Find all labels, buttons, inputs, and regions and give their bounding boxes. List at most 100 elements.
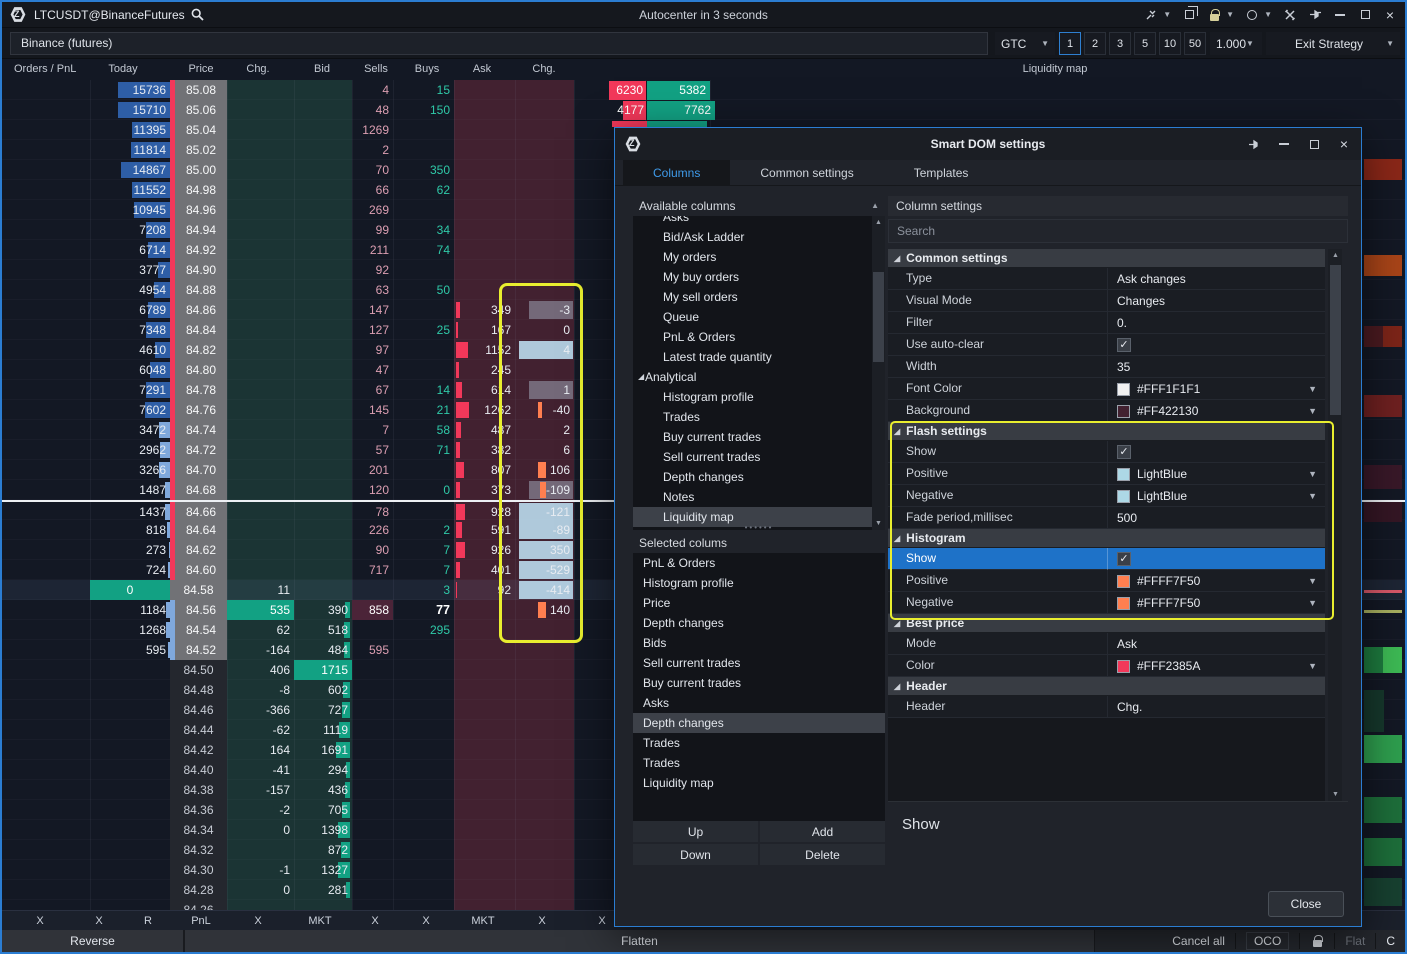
selected-item[interactable]: Trades bbox=[633, 753, 885, 773]
footer-quick-button[interactable]: MKT bbox=[471, 911, 494, 931]
dropdown-arrow-icon[interactable]: ▼ bbox=[1308, 592, 1317, 614]
ask-cell[interactable]: 591 bbox=[454, 520, 515, 540]
selected-item[interactable]: Histogram profile bbox=[633, 573, 885, 593]
section-header[interactable]: ◢Histogram bbox=[888, 529, 1325, 548]
flat-button[interactable]: Flat bbox=[1345, 934, 1365, 948]
selected-item[interactable]: Buy current trades bbox=[633, 673, 885, 693]
add-button[interactable]: Add bbox=[760, 821, 885, 842]
flatten-button[interactable]: Flatten bbox=[185, 930, 1095, 952]
property-value[interactable]: Changes bbox=[1108, 290, 1325, 312]
selected-item[interactable]: Bids bbox=[633, 633, 885, 653]
tif-dropdown[interactable]: GTC▼ bbox=[995, 32, 1055, 55]
property-value[interactable]: #FFFF7F50 bbox=[1108, 592, 1325, 614]
value-text[interactable]: Changes bbox=[1117, 294, 1165, 308]
pin-icon[interactable] bbox=[1247, 137, 1261, 151]
price-cell[interactable]: 84.96 bbox=[170, 200, 227, 220]
price-cell[interactable]: 84.78 bbox=[170, 380, 227, 400]
value-text[interactable]: #FFF2385A bbox=[1137, 659, 1200, 673]
maximize-button[interactable] bbox=[1358, 8, 1372, 22]
checkbox[interactable]: ✓ bbox=[1117, 445, 1131, 459]
chevron-down-icon[interactable]: ▼ bbox=[1163, 10, 1171, 19]
ask-cell[interactable]: 349 bbox=[454, 300, 515, 320]
value-text[interactable]: #FFF1F1F1 bbox=[1137, 382, 1200, 396]
dropdown-arrow-icon[interactable]: ▼ bbox=[1308, 463, 1317, 485]
price-cell[interactable]: 84.98 bbox=[170, 180, 227, 200]
scrollbar-thumb[interactable] bbox=[1330, 265, 1341, 415]
ask-cell[interactable]: 807 bbox=[454, 460, 515, 480]
ask-cell[interactable]: 92 bbox=[454, 580, 515, 600]
value-text[interactable]: 0. bbox=[1117, 316, 1127, 330]
available-item[interactable]: Notes bbox=[633, 487, 885, 507]
available-item[interactable]: Bid/Ask Ladder bbox=[633, 227, 885, 247]
qty-button-5[interactable]: 5 bbox=[1134, 32, 1156, 55]
price-cell[interactable]: 84.46 bbox=[170, 700, 227, 720]
price-cell[interactable]: 84.40 bbox=[170, 760, 227, 780]
selected-item[interactable]: Sell current trades bbox=[633, 653, 885, 673]
price-cell[interactable]: 84.68 bbox=[170, 480, 227, 500]
color-swatch[interactable] bbox=[1117, 575, 1130, 588]
available-item[interactable]: Sell current trades bbox=[633, 447, 885, 467]
checkbox[interactable]: ✓ bbox=[1117, 338, 1131, 352]
ask-cell[interactable]: 1152 bbox=[454, 340, 515, 360]
section-header[interactable]: ◢Common settings bbox=[888, 249, 1325, 268]
bid-cell[interactable]: 872 bbox=[294, 840, 352, 860]
available-item[interactable]: My buy orders bbox=[633, 267, 885, 287]
property-value[interactable]: ✓ bbox=[1108, 334, 1325, 356]
tab-columns[interactable]: Columns bbox=[623, 160, 730, 186]
value-text[interactable]: #FFFF7F50 bbox=[1137, 596, 1200, 610]
disconnect-icon[interactable] bbox=[1144, 8, 1158, 22]
bid-cell[interactable]: 484 bbox=[294, 640, 352, 660]
available-item[interactable]: Histogram profile bbox=[633, 387, 885, 407]
price-cell[interactable]: 84.36 bbox=[170, 800, 227, 820]
selected-item[interactable]: Depth changes bbox=[633, 713, 885, 733]
available-item[interactable]: Buy current trades bbox=[633, 427, 885, 447]
price-cell[interactable]: 85.02 bbox=[170, 140, 227, 160]
value-text[interactable]: LightBlue bbox=[1137, 467, 1187, 481]
selected-item[interactable]: Trades bbox=[633, 733, 885, 753]
price-cell[interactable]: 84.74 bbox=[170, 420, 227, 440]
bid-cell[interactable]: 518 bbox=[294, 620, 352, 640]
bid-cell[interactable]: 390 bbox=[294, 600, 352, 620]
maximize-button[interactable] bbox=[1307, 137, 1321, 151]
price-cell[interactable]: 85.04 bbox=[170, 120, 227, 140]
section-header[interactable]: ◢Header bbox=[888, 677, 1325, 696]
bid-cell[interactable]: 705 bbox=[294, 800, 352, 820]
footer-quick-button[interactable]: X bbox=[422, 911, 429, 931]
qty-button-2[interactable]: 2 bbox=[1084, 32, 1106, 55]
bid-cell[interactable]: 602 bbox=[294, 680, 352, 700]
scrollbar-thumb[interactable] bbox=[873, 272, 884, 362]
available-item[interactable]: Depth changes bbox=[633, 467, 885, 487]
chevron-down-icon[interactable]: ▼ bbox=[1264, 10, 1272, 19]
account-selector[interactable]: Binance (futures) bbox=[10, 32, 988, 55]
qty-button-1[interactable]: 1 bbox=[1059, 32, 1081, 55]
delete-button[interactable]: Delete bbox=[760, 844, 885, 865]
c-button[interactable]: C bbox=[1386, 934, 1399, 948]
tab-templates[interactable]: Templates bbox=[884, 160, 999, 186]
footer-quick-button[interactable]: X bbox=[598, 911, 605, 931]
lock-trading-icon[interactable] bbox=[1310, 934, 1324, 948]
ask-cell[interactable]: 926 bbox=[454, 540, 515, 560]
value-text[interactable]: #FF422130 bbox=[1137, 404, 1198, 418]
settings-search-input[interactable] bbox=[888, 219, 1348, 243]
price-cell[interactable]: 84.76 bbox=[170, 400, 227, 420]
price-cell[interactable]: 84.60 bbox=[170, 560, 227, 580]
price-cell[interactable]: 84.88 bbox=[170, 280, 227, 300]
expand-triangle-icon[interactable]: ◢ bbox=[638, 367, 644, 387]
price-cell[interactable]: 84.86 bbox=[170, 300, 227, 320]
price-cell[interactable]: 84.34 bbox=[170, 820, 227, 840]
price-cell[interactable]: 84.28 bbox=[170, 880, 227, 900]
price-cell[interactable]: 84.38 bbox=[170, 780, 227, 800]
reverse-button[interactable]: Reverse bbox=[2, 930, 185, 952]
value-text[interactable]: Ask changes bbox=[1117, 272, 1186, 286]
color-swatch[interactable] bbox=[1117, 405, 1130, 418]
color-swatch[interactable] bbox=[1117, 490, 1130, 503]
footer-quick-button[interactable]: R bbox=[144, 911, 152, 931]
close-button[interactable]: Close bbox=[1268, 891, 1344, 917]
value-text[interactable]: Chg. bbox=[1117, 700, 1142, 714]
color-swatch[interactable] bbox=[1117, 468, 1130, 481]
bid-cell[interactable]: 1119 bbox=[294, 720, 352, 740]
selected-item[interactable]: PnL & Orders bbox=[633, 553, 885, 573]
ask-cell[interactable]: 167 bbox=[454, 320, 515, 340]
lock-icon[interactable] bbox=[1207, 8, 1221, 22]
up-button[interactable]: Up bbox=[633, 821, 758, 842]
